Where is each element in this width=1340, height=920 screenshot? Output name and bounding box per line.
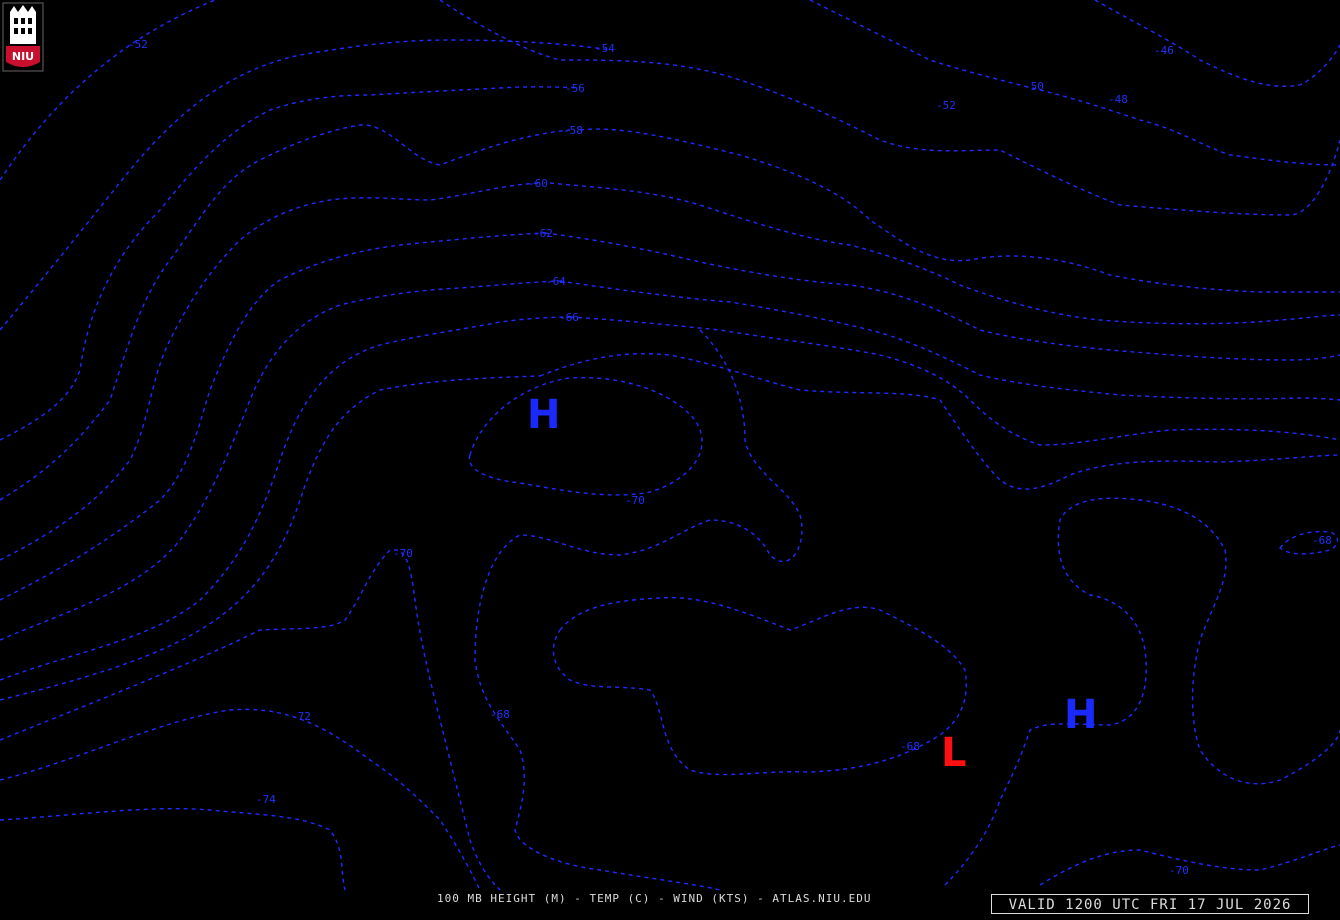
isotherm-line bbox=[0, 124, 571, 501]
contour-label: -58 bbox=[563, 124, 583, 137]
niu-logo: NIU bbox=[2, 2, 44, 72]
contour-label: -54 bbox=[595, 42, 615, 55]
contour-labels: -52 -54 -56 -58 -60 -62 -64 -66 -70 -70 … bbox=[128, 38, 1332, 877]
contour-label: -74 bbox=[256, 793, 276, 806]
isotherm-line bbox=[569, 316, 1340, 446]
contour-label: -72 bbox=[291, 710, 311, 723]
isotherm-contours bbox=[0, 0, 1340, 891]
contour-label: -68 bbox=[900, 740, 920, 753]
isotherm-line bbox=[539, 353, 1340, 490]
isotherm-line bbox=[544, 232, 1340, 361]
isotherm-line bbox=[809, 0, 1340, 166]
valid-time-box: VALID 1200 UTC FRI 17 JUL 2026 bbox=[991, 894, 1309, 914]
temperature-contour-map: -52 -54 -56 -58 -60 -62 -64 -66 -70 -70 … bbox=[0, 0, 1340, 891]
isotherm-line bbox=[1039, 844, 1340, 886]
isotherm-line bbox=[0, 708, 481, 891]
isotherm-line bbox=[0, 375, 541, 701]
isotherm-line bbox=[468, 376, 703, 496]
contour-label: -52 bbox=[936, 99, 956, 112]
contour-label: -64 bbox=[546, 275, 566, 288]
isotherm-line bbox=[439, 0, 1340, 216]
contour-label: -68 bbox=[1312, 534, 1332, 547]
contour-label: -70 bbox=[1169, 864, 1189, 877]
isotherm-line bbox=[0, 807, 346, 891]
contour-label: -56 bbox=[565, 82, 585, 95]
isotherm-line bbox=[559, 280, 1340, 401]
isotherm-line bbox=[0, 316, 571, 681]
isotherm-line bbox=[0, 86, 581, 441]
low-center-marker: L bbox=[941, 730, 967, 776]
pressure-centers: H H L bbox=[527, 392, 1097, 776]
isotherm-line bbox=[944, 497, 1340, 886]
isotherm-line bbox=[549, 182, 1340, 325]
high-center-marker: H bbox=[527, 392, 560, 438]
contour-label: -60 bbox=[528, 177, 548, 190]
contour-label: -70 bbox=[393, 547, 413, 560]
map-caption: 100 MB HEIGHT (M) - TEMP (C) - WIND (KTS… bbox=[437, 892, 872, 905]
isotherm-line bbox=[579, 128, 1340, 293]
contour-label: -48 bbox=[1108, 93, 1128, 106]
isotherm-line bbox=[0, 549, 501, 891]
contour-label: -46 bbox=[1154, 44, 1174, 57]
contour-label: -68 bbox=[490, 708, 510, 721]
contour-label: -50 bbox=[1024, 80, 1044, 93]
svg-text:NIU: NIU bbox=[12, 50, 34, 63]
contour-label: -66 bbox=[559, 311, 579, 324]
high-center-marker: H bbox=[1064, 692, 1097, 738]
contour-label: -52 bbox=[128, 38, 148, 51]
isotherm-line bbox=[474, 329, 803, 891]
contour-label: -70 bbox=[625, 494, 645, 507]
contour-label: -62 bbox=[533, 227, 553, 240]
isotherm-line bbox=[1094, 0, 1340, 87]
